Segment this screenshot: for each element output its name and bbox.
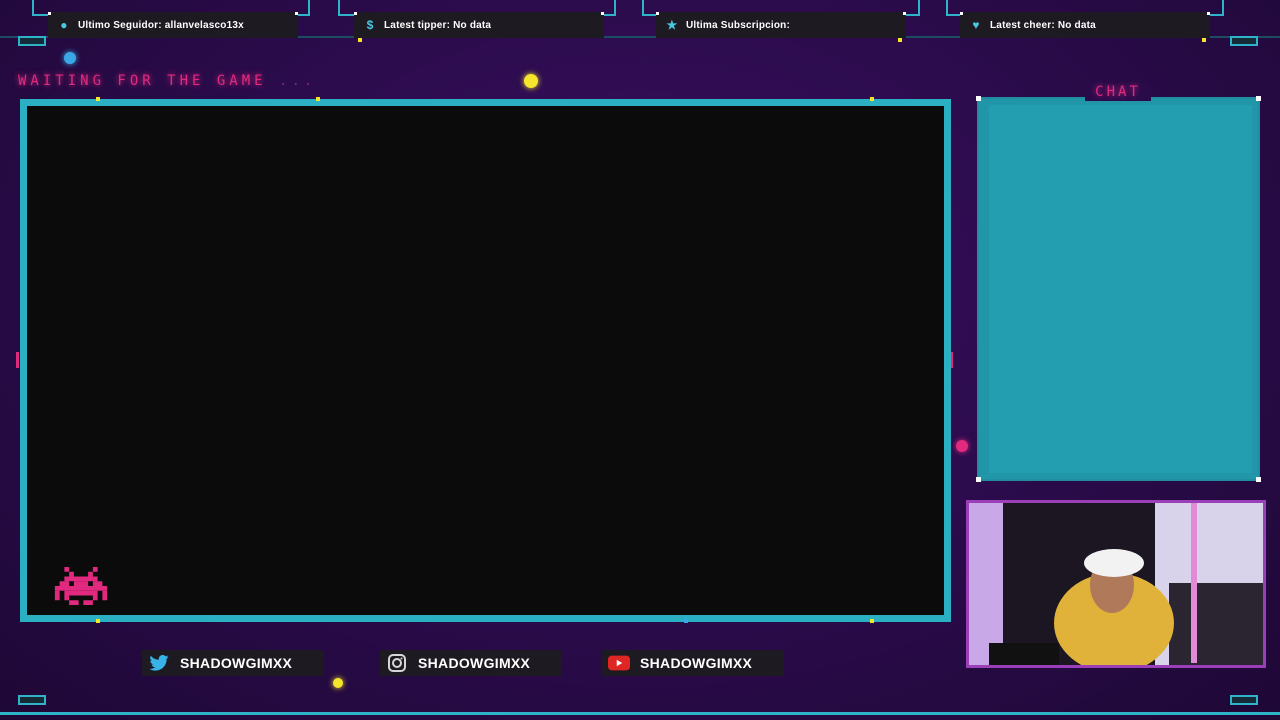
social-handle: SHADOWGIMXX [180,655,293,671]
stat-latest-follower: ● Ultimo Seguidor: allanvelasco13x [48,12,298,38]
social-youtube[interactable]: SHADOWGIMXX [602,650,784,676]
frame-marker [316,97,320,101]
stat-latest-subscription: ★ Ultima Subscripcion: [656,12,906,42]
frame-marker [684,619,688,623]
corner-chip-bl [18,695,46,705]
frame-marker [96,619,100,623]
chat-area [989,105,1252,473]
waiting-label: WAITING FOR THE GAME [18,73,267,89]
pink-pixel-dot [956,440,968,452]
stat-latest-tipper: $ Latest tipper: No data [354,12,604,42]
webcam-image [969,503,1263,665]
stat-label: Latest cheer: No data [990,19,1096,31]
frame-marker [96,97,100,101]
waiting-text: WAITING FOR THE GAME ... [18,73,316,89]
pink-side-bar [16,352,19,368]
blue-pixel-dot [64,52,76,64]
chat-title: CHAT [1085,83,1151,101]
youtube-icon [608,654,630,672]
bottom-rail [0,712,1280,715]
social-twitter[interactable]: SHADOWGIMXX [142,650,324,676]
stat-label: Ultima Subscripcion: [686,19,791,31]
corner-chip-br [1230,695,1258,705]
heart-icon: ♥ [972,18,980,32]
waiting-dots: ... [279,73,317,89]
user-icon: ● [60,18,68,32]
webcam-frame [966,500,1266,668]
corner-chip-tl [18,36,46,46]
corner-chip-tr [1230,36,1258,46]
chat-panel [976,96,1261,482]
stat-label: Latest tipper: No data [384,19,492,31]
social-handle: SHADOWGIMXX [640,655,753,671]
stat-latest-cheer: ♥ Latest cheer: No data [960,12,1210,42]
social-handle: SHADOWGIMXX [418,655,531,671]
instagram-icon [386,654,408,672]
yellow-pixel-dot [524,74,538,88]
game-screen [27,106,944,615]
game-frame [20,99,951,622]
dollar-icon: $ [366,18,374,32]
star-icon: ★ [666,18,678,32]
space-invader-icon [54,567,108,605]
social-instagram[interactable]: SHADOWGIMXX [380,650,562,676]
yellow-pixel-dot [333,678,343,688]
twitter-icon [148,654,170,672]
frame-marker [870,97,874,101]
stat-label: Ultimo Seguidor: allanvelasco13x [78,19,244,31]
frame-marker [870,619,874,623]
